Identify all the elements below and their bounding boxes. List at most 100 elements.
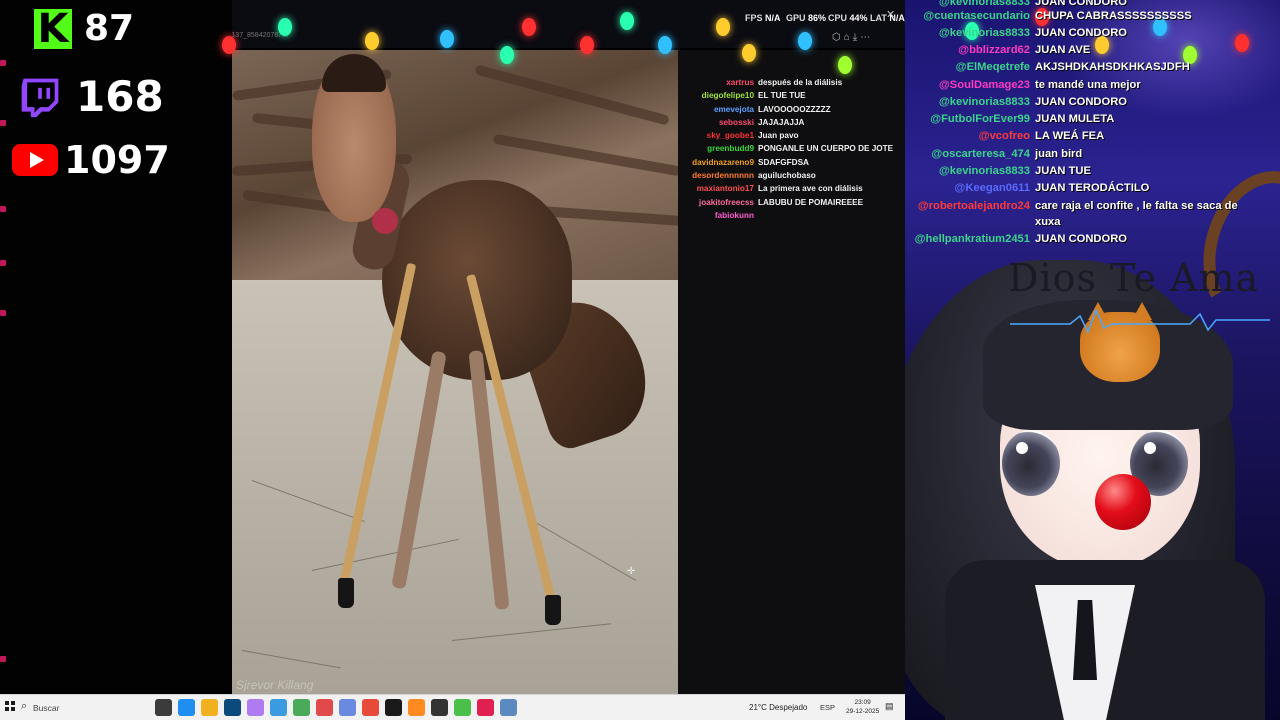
browser-icon[interactable] — [270, 699, 287, 716]
overlay-chat-username: @kevinorias8833 — [938, 96, 1030, 108]
search-icon[interactable]: Buscar — [19, 699, 149, 717]
cpu-value: 44% — [849, 13, 868, 23]
kick-viewers: K 87 — [34, 8, 134, 49]
chat-message: xartrus después de la diálisis — [678, 76, 905, 89]
overlay-chat-text: JUAN CONDORO — [1035, 96, 1127, 108]
clock-date: 29-12-2025 — [846, 707, 880, 715]
chrome-icon[interactable] — [362, 699, 379, 716]
browser-toolbar-icons[interactable]: ⬡⌂⤓⋯ — [832, 32, 873, 43]
notification-icon[interactable]: ▤ — [885, 701, 894, 712]
overlay-chat-text: AKJSHDKAHSDKHKASJDFH — [1035, 61, 1190, 73]
gpu-label: GPU — [786, 13, 806, 23]
fps-readout: FPS N/A — [745, 13, 781, 23]
edge-icon[interactable] — [178, 699, 195, 716]
overlay-chat-username: @kevinorias8833 — [938, 27, 1030, 39]
chat-username[interactable]: maxiantonio17 — [678, 182, 758, 195]
mouse-cursor-icon: ✛ — [627, 566, 636, 577]
turkey-meme-image: Sjrevor Killang — [232, 50, 678, 694]
heartbeat-line — [1010, 307, 1270, 334]
overlay-chat-text: JUAN AVE — [1035, 44, 1091, 56]
chat-username[interactable]: davidnazareno9 — [678, 156, 758, 169]
chat-message: maxiantonio17 La primera ave con diálisis — [678, 182, 905, 195]
overlay-chat-username: @oscarteresa_474 — [931, 148, 1030, 160]
vtuber-overlay: Dios Te Ama @kevinorias8833 JUAN CONDORO @… — [905, 0, 1280, 720]
clock[interactable]: 23:09 29-12-2025 — [846, 699, 879, 716]
chat-text: JAJAJAJJA — [758, 117, 805, 127]
overlay-chat-message: @bblizzard62 JUAN AVE — [905, 42, 1260, 58]
windows-taskbar: Buscar 21°C Despejado ESP 23:09 29-12-20… — [0, 694, 905, 720]
overlay-chat-text: JUAN TUE — [1035, 165, 1091, 177]
overlay-chat-username: @SoulDamage23 — [938, 79, 1030, 91]
app-icon[interactable] — [293, 699, 310, 716]
overlay-chat-message: @FutbolForEver99 JUAN MULETA — [905, 111, 1260, 127]
language-indicator[interactable]: ESP — [820, 703, 835, 712]
overlay-chat-text: CHUPA CABRASSSSSSSSSS — [1035, 10, 1192, 22]
overlay-chat-username: @cuentasecundario — [923, 10, 1030, 22]
search-placeholder: Buscar — [33, 703, 60, 713]
overlay-chat-username: @Keegan0611 — [954, 182, 1030, 194]
gpu-value: 86% — [808, 13, 827, 23]
overlay-chat-username: @FutbolForEver99 — [930, 113, 1030, 125]
taskbar-apps — [155, 699, 517, 716]
weather-widget[interactable]: 21°C Despejado — [749, 703, 807, 712]
overlay-chat-message: @oscarteresa_474 juan bird — [905, 146, 1260, 162]
youtube-logo-icon — [12, 144, 58, 176]
opera-icon[interactable] — [477, 699, 494, 716]
app-icon[interactable] — [339, 699, 356, 716]
close-icon[interactable]: ✕ — [886, 8, 895, 21]
folder-icon[interactable] — [201, 699, 218, 716]
twitch-count: 168 — [76, 72, 164, 121]
windows-start-icon[interactable] — [5, 701, 15, 711]
chat-username[interactable]: joakitofreecss — [678, 196, 758, 209]
chat-text: LABUBU DE POMAIREEEE — [758, 197, 864, 207]
overlay-chat-message: @kevinorias8833 JUAN CONDORO — [905, 25, 1260, 41]
app-icon[interactable] — [247, 699, 264, 716]
lat-label: LAT — [870, 13, 887, 23]
chat-text: después de la diálisis — [758, 78, 843, 87]
embedded-chat: xartrus después de la diálisis diegofelipe… — [678, 50, 905, 694]
overlay-chat-text: JUAN MULETA — [1035, 113, 1115, 125]
app-icon[interactable] — [408, 699, 425, 716]
app-icon[interactable] — [454, 699, 471, 716]
chat-username[interactable]: emevejota — [678, 103, 758, 116]
chat-text: EL TUE TUE — [758, 91, 806, 101]
overlay-chat-text: care raja el confite , le falta se saca … — [1035, 200, 1238, 228]
chat-username[interactable]: sky_goobe1 — [678, 129, 758, 142]
chat-text: LAVOOOOOZZZZZ — [758, 104, 831, 114]
task-view-icon[interactable] — [155, 699, 172, 716]
kick-count: 87 — [84, 8, 135, 49]
overlay-chat-text: JUAN TERODÁCTILO — [1035, 182, 1150, 194]
turkey-snood — [372, 208, 398, 234]
twitch-viewers: 168 — [18, 72, 164, 121]
app-icon[interactable] — [385, 699, 402, 716]
chat-username[interactable]: fabiokunn — [678, 209, 758, 222]
chat-username[interactable]: diegofelipe10 — [678, 89, 758, 102]
chat-username[interactable]: greenbudd9 — [678, 142, 758, 155]
cpu-label: CPU — [828, 13, 848, 23]
crutch-tip — [338, 578, 354, 608]
overlay-chat-username: @robertoalejandro24 — [917, 200, 1030, 212]
chat-username[interactable]: sebosski — [678, 116, 758, 129]
chat-username[interactable]: desordennnnnn — [678, 169, 758, 182]
crutch-tip — [545, 595, 561, 625]
chat-message: fabiokunn — [678, 209, 905, 222]
app-icon[interactable] — [316, 699, 333, 716]
chat-username[interactable]: xartrus — [678, 76, 758, 89]
clock-time: 23:09 — [854, 699, 871, 706]
app-icon[interactable] — [500, 699, 517, 716]
chat-text: aguiluchobaso — [758, 171, 816, 181]
overlay-chat-text: LA WEÁ FEA — [1035, 130, 1105, 142]
chat-text: La primera ave con diálisis — [758, 184, 863, 194]
kick-logo-icon: K — [34, 8, 72, 49]
chat-message: emevejota LAVOOOOOZZZZZ — [678, 103, 905, 116]
app-icon[interactable] — [431, 699, 448, 716]
overlay-chat-message: @SoulDamage23 te mandé una mejor — [905, 77, 1260, 93]
overlay-chat-message: @kevinorias8833 JUAN TUE — [905, 163, 1260, 179]
chat-message: davidnazareno9 SDAFGFDSA — [678, 156, 905, 169]
gpu-readout: GPU 86% — [786, 13, 826, 23]
overlay-banner: Dios Te Ama — [1008, 256, 1260, 300]
fps-value: N/A — [765, 13, 781, 23]
overlay-chat-message: @ElMeqetrefe AKJSHDKAHSDKHKASJDFH — [905, 59, 1260, 75]
embedded-chat-list: xartrus después de la diálisis diegofelipe… — [678, 76, 905, 222]
terminal-icon[interactable] — [224, 699, 241, 716]
